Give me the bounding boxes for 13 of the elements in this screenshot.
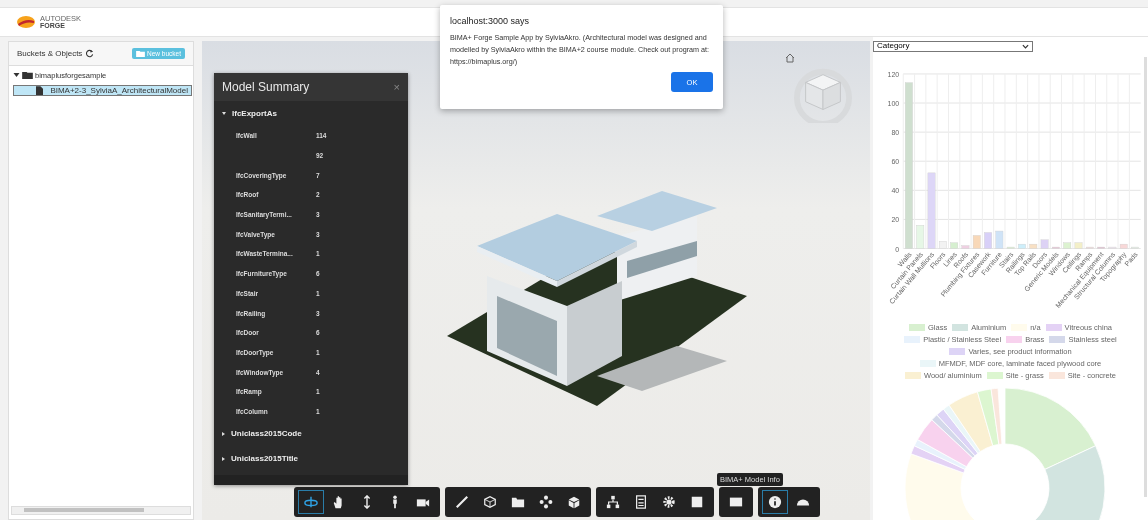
close-button[interactable]: × (393, 81, 400, 93)
panel-title: Model Summary (222, 80, 310, 94)
section-header[interactable]: IfcExportAs (214, 101, 408, 126)
section-title: Uniclass2015Code (231, 429, 302, 439)
section-header[interactable]: Uniclass2015Code (214, 421, 408, 447)
section-header[interactable]: Uniclass2015Title (214, 446, 408, 472)
category-dropdown[interactable]: Category (873, 41, 1033, 52)
section-title: Uniclass2015Title (231, 454, 298, 464)
panel-title: Buckets & Objects (17, 49, 83, 58)
dialog-title: localhost:3000 says (450, 16, 531, 26)
tree-item[interactable]: BIMA+2-3_SylviaA_ArchitecturalModel (13, 85, 192, 96)
tree-label: BIMA+2-3_SylviaA_ArchitecturalModel (50, 86, 188, 95)
section-title: IfcExportAs (232, 109, 277, 118)
